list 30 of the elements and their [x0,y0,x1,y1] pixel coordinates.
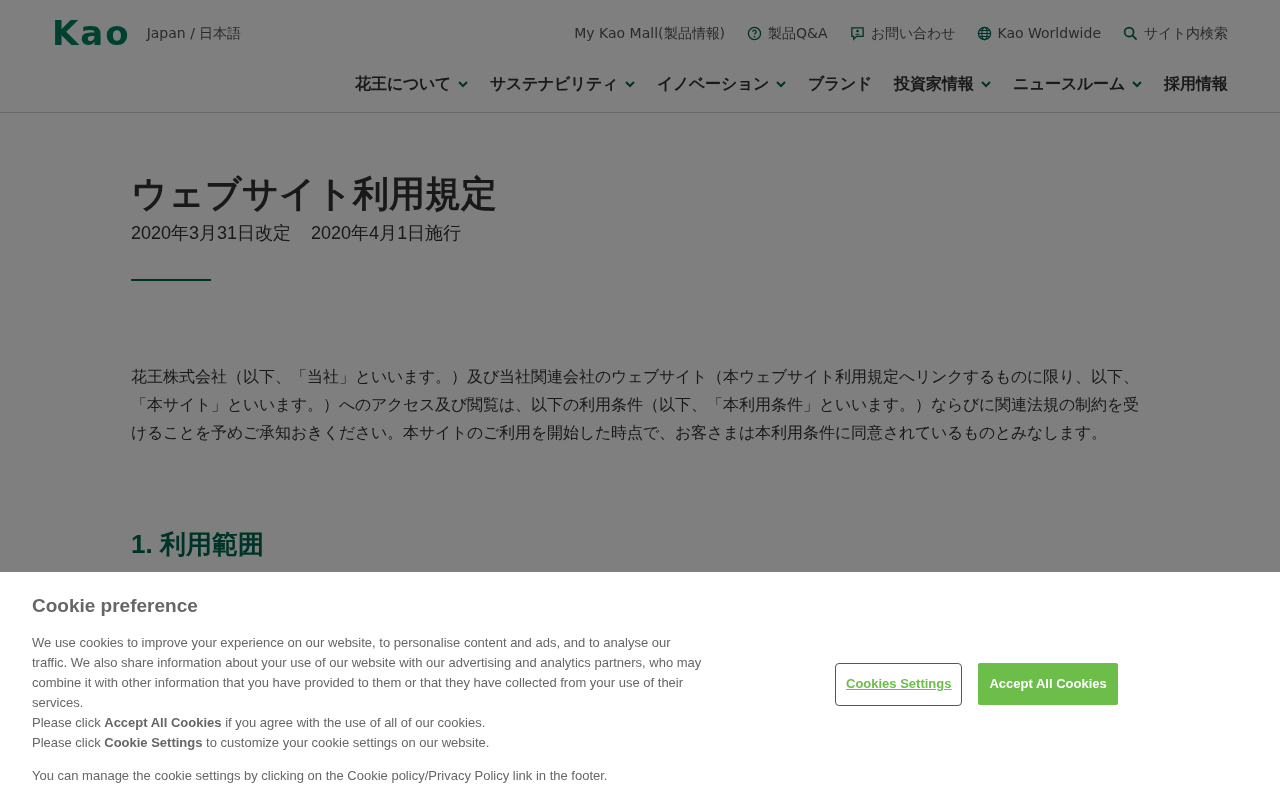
banner-text: We use cookies to improve your experience on our website, to personalise content and ads, and to analyse our traffic. We also share information about your use of our website with our advertising and analytics partners, who may combine it with other information that you have provided to them or that they have collected from your use of their services. [32,633,703,712]
language-link[interactable]: Japan / 日本語 [146,22,242,44]
nav-item[interactable]: サステナビリティ [490,72,635,96]
page-title: ウェブサイト利用規定 [131,172,497,216]
nav-item[interactable]: 投資家情報 [894,72,991,96]
section-heading: 1. 利用範囲 [131,528,264,561]
banner-title: Cookie preference [32,594,198,618]
accept-button[interactable]: Accept All Cookies [978,663,1118,705]
utility-link[interactable]: サイト内検索 [1123,22,1228,44]
date-text: 2020年4月1日施行 [311,222,462,245]
nav-item[interactable]: ブランド [808,72,872,96]
nav-item[interactable]: ニュースルーム [1013,72,1142,96]
utility-link[interactable]: My Kao Mall(製品情報) [574,22,725,44]
utility-link[interactable]: Kao Worldwide [976,22,1101,44]
globe-icon [976,25,992,41]
nav-item[interactable]: 採用情報 [1164,72,1228,96]
banner-text: Please click Cookie Settings to customize your cookie settings on our website. [32,733,490,752]
settings-button[interactable]: Cookies Settings [835,662,963,706]
kao-logo[interactable]: Kao [52,16,131,50]
search-icon [1123,25,1138,41]
cookie-note: You can manage the cookie settings by clicking on the Cookie policy/Privacy Policy link in the footer. [32,766,608,785]
banner-text: Please click Accept All Cookies if you agree with the use of all of our cookies. [32,713,486,732]
contact-icon [849,25,865,41]
utility-link[interactable]: お問い合わせ [849,22,955,44]
nav-item[interactable]: イノベーション [657,72,786,96]
utility-link[interactable]: 製品Q&A [747,22,828,44]
nav-item[interactable]: 花王について [355,72,468,96]
question-icon [747,25,762,41]
intro-paragraph: 花王株式会社（以下、「当社」といいます。）及び当社関連会社のウェブサイト（本ウェブサイト利用規定へリンクするものに限り、以下、「本サイト」といいます。）へのアクセス及び閲覧は、以下の利用条件（以下、「本利用条件」といいます。）ならびに関連法規の制約を受けることを予めご承知おきください。本サイトのご利用を開始した時点で、お客さまは本利用条件に同意されているものとみなします。 [131,367,1140,443]
date-text: 2020年3月31日改定 [131,222,292,245]
